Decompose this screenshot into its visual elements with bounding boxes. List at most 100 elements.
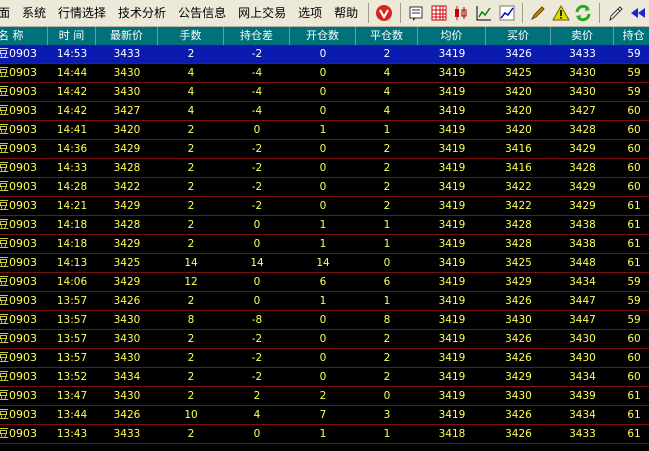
col-close-cell: 2 (383, 371, 391, 383)
col-close-cell: 2 (383, 162, 391, 174)
col-last-price-cell: 3430 (113, 86, 141, 98)
header-col-open[interactable]: 开仓数 (290, 27, 356, 45)
col-ask-cell: 3434 (569, 371, 596, 383)
pencil-button[interactable] (528, 2, 549, 24)
notepad-icon (407, 4, 425, 22)
table-row[interactable]: 豆0903 14:53 3433 2 -2 0 2 3419 3426 3433 59 (0, 45, 649, 64)
menu-quote-select[interactable]: 行情选择 (52, 0, 112, 27)
notepad-button[interactable] (406, 2, 427, 24)
rewind-button[interactable] (627, 2, 648, 24)
col-open-cell: 0 (319, 333, 327, 345)
header-col-name[interactable]: 名 称 (0, 27, 48, 45)
header-col-ask[interactable]: 卖价 (551, 27, 614, 45)
col-open-interest-cell: 60 (627, 181, 641, 193)
col-name-cell: 豆0903 (0, 47, 37, 60)
col-name-cell: 豆0903 (0, 275, 37, 288)
header-col-last-price[interactable]: 最新价 (96, 27, 158, 45)
col-open-interest-cell: 60 (627, 124, 641, 136)
col-open-cell: 0 (319, 143, 327, 155)
col-bid-cell: 3420 (505, 86, 532, 98)
menu-options[interactable]: 选项 (292, 0, 328, 27)
table-row[interactable]: 豆0903 13:57 3430 2 -2 0 2 3419 3426 3430 60 (0, 349, 649, 368)
col-open-interest-cell: 59 (627, 67, 641, 79)
col-open-interest-cell: 61 (627, 409, 641, 421)
col-last-price-cell: 3434 (113, 371, 141, 383)
col-name-cell: 豆0903 (0, 180, 37, 193)
col-ask-cell: 3447 (569, 295, 596, 307)
col-open-cell: 1 (319, 428, 327, 440)
menu-online-trading[interactable]: 网上交易 (232, 0, 292, 27)
menu-system[interactable]: 系统 (16, 0, 52, 27)
table-row[interactable]: 豆0903 13:47 3430 2 2 2 0 3419 3430 3439 61 (0, 387, 649, 406)
col-avg-price-cell: 3419 (438, 333, 466, 345)
table-row[interactable]: 豆0903 14:42 3427 4 -4 0 4 3419 3420 3427 60 (0, 102, 649, 121)
menu-view[interactable]: 面 (0, 0, 16, 27)
table-row[interactable]: 豆0903 13:57 3430 8 -8 0 8 3419 3430 3447 59 (0, 311, 649, 330)
table-row[interactable]: 豆0903 14:33 3428 2 -2 0 2 3419 3416 3428 60 (0, 159, 649, 178)
menu-help[interactable]: 帮助 (328, 0, 364, 27)
pen-icon (606, 4, 624, 22)
col-open-interest-cell: 60 (627, 105, 641, 117)
header-col-bid[interactable]: 买价 (486, 27, 551, 45)
col-name-cell: 豆0903 (0, 104, 37, 117)
table-row[interactable]: 豆0903 13:43 3433 2 0 1 1 3418 3426 3433 61 (0, 425, 649, 444)
col-time-cell: 13:57 (56, 314, 88, 326)
table-row[interactable]: 豆0903 13:52 3434 2 -2 0 2 3419 3429 3434 60 (0, 368, 649, 387)
col-ask-cell: 3428 (569, 124, 596, 136)
header-col-time[interactable]: 时 间 (48, 27, 96, 45)
table-row[interactable]: 豆0903 13:44 3426 10 4 7 3 3419 3426 3434 61 (0, 406, 649, 425)
col-ask-cell: 3433 (569, 428, 596, 440)
table-row[interactable]: 豆0903 14:36 3429 2 -2 0 2 3419 3416 3429 60 (0, 140, 649, 159)
warning-triangle-icon (551, 4, 570, 22)
table-row[interactable]: 豆0903 13:57 3426 2 0 1 1 3419 3426 3447 59 (0, 292, 649, 311)
col-open-interest-cell: 61 (627, 257, 641, 269)
table-row[interactable]: 豆0903 14:21 3429 2 -2 0 2 3419 3422 3429 61 (0, 197, 649, 216)
line-chart-button[interactable] (474, 2, 495, 24)
grid-table-button[interactable] (428, 2, 449, 24)
col-ask-cell: 3439 (569, 390, 596, 402)
col-close-cell: 3 (383, 409, 391, 421)
col-bid-cell: 3428 (505, 238, 532, 250)
col-ask-cell: 3430 (569, 86, 596, 98)
table-row[interactable]: 豆0903 14:41 3420 2 0 1 1 3419 3420 3428 60 (0, 121, 649, 140)
col-volume-cell: 2 (187, 181, 195, 193)
header-col-avg-price[interactable]: 均价 (418, 27, 486, 45)
col-name-cell: 豆0903 (0, 142, 37, 155)
warning-triangle-button[interactable] (550, 2, 571, 24)
col-bid-cell: 3420 (505, 105, 532, 117)
header-col-close[interactable]: 平仓数 (356, 27, 418, 45)
table-row[interactable]: 豆0903 14:28 3422 2 -2 0 2 3419 3422 3429 60 (0, 178, 649, 197)
candlestick-icon (452, 4, 470, 22)
table-row[interactable]: 豆0903 14:18 3428 2 0 1 1 3419 3428 3438 61 (0, 216, 649, 235)
menu-technical-analysis[interactable]: 技术分析 (112, 0, 172, 27)
col-volume-cell: 4 (187, 67, 195, 79)
col-bid-cell: 3420 (505, 124, 532, 136)
refresh-arrows-button[interactable] (573, 2, 594, 24)
col-bid-cell: 3426 (505, 428, 532, 440)
col-name-cell: 豆0903 (0, 66, 37, 79)
col-name-cell: 豆0903 (0, 408, 37, 421)
table-row[interactable]: 豆0903 14:42 3430 4 -4 0 4 3419 3420 3430 59 (0, 83, 649, 102)
table-row[interactable]: 豆0903 13:57 3430 2 -2 0 2 3419 3426 3430 60 (0, 330, 649, 349)
pen-button[interactable] (605, 2, 626, 24)
header-col-oi-change[interactable]: 持仓差 (224, 27, 290, 45)
col-ask-cell: 3447 (569, 314, 596, 326)
header-col-open-interest[interactable]: 持仓 (614, 27, 649, 45)
red-circle-v-button[interactable] (374, 2, 395, 24)
trend-chart-button[interactable] (496, 2, 517, 24)
col-bid-cell: 3428 (505, 219, 532, 231)
col-open-cell: 2 (319, 390, 327, 402)
candlestick-button[interactable] (451, 2, 472, 24)
col-ask-cell: 3429 (569, 143, 596, 155)
table-row[interactable]: 豆0903 14:06 3429 12 0 6 6 3419 3429 3434 59 (0, 273, 649, 292)
header-col-volume[interactable]: 手数 (158, 27, 224, 45)
toolbar-separator (399, 3, 401, 23)
menu-announcements[interactable]: 公告信息 (172, 0, 232, 27)
col-time-cell: 14:42 (56, 105, 88, 117)
table-row[interactable]: 豆0903 14:44 3430 4 -4 0 4 3419 3425 3430 59 (0, 64, 649, 83)
table-row[interactable]: 豆0903 14:13 3425 14 14 14 0 3419 3425 3448 61 (0, 254, 649, 273)
col-volume-cell: 12 (184, 276, 198, 288)
table-row[interactable]: 豆0903 14:18 3429 2 0 1 1 3419 3428 3438 61 (0, 235, 649, 254)
col-last-price-cell: 3422 (113, 181, 141, 193)
col-open-cell: 0 (319, 200, 327, 212)
